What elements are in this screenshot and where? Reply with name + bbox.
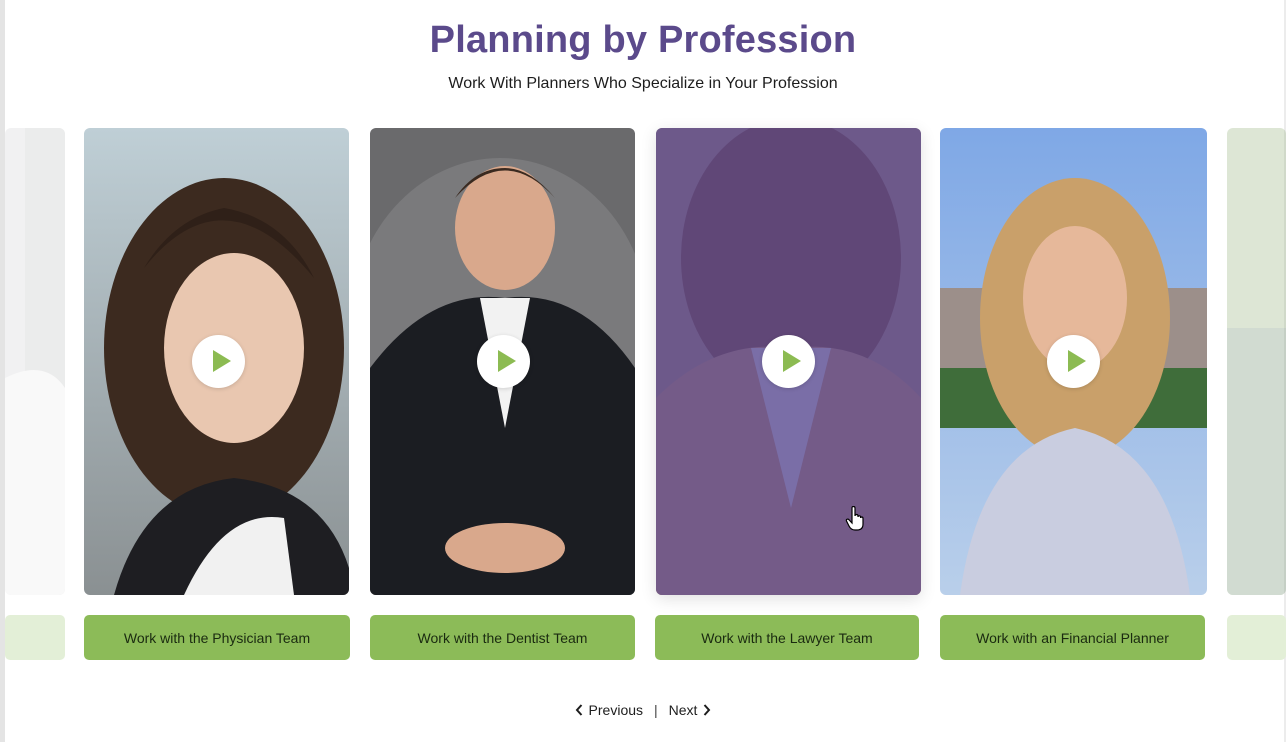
partial-left-button xyxy=(5,615,65,660)
card-photo xyxy=(1227,128,1286,595)
play-icon[interactable] xyxy=(1047,335,1100,388)
section-title: Planning by Profession xyxy=(429,19,857,61)
carousel-card-dentist[interactable] xyxy=(370,128,635,595)
play-icon[interactable] xyxy=(477,335,530,388)
dentist-team-button[interactable]: Work with the Dentist Team xyxy=(370,615,635,660)
carousel-pager: Previous | Next xyxy=(0,702,1286,718)
carousel-card-partial-left xyxy=(5,128,65,595)
lawyer-team-button[interactable]: Work with the Lawyer Team xyxy=(655,615,919,660)
chevron-right-icon xyxy=(704,704,711,716)
next-button[interactable]: Next xyxy=(669,702,712,718)
play-icon[interactable] xyxy=(192,335,245,388)
hand-cursor-icon xyxy=(845,506,864,531)
play-icon[interactable] xyxy=(762,335,815,388)
chevron-left-icon xyxy=(575,704,582,716)
carousel-card-partial-right xyxy=(1227,128,1286,595)
financial-planner-button[interactable]: Work with an Financial Planner xyxy=(940,615,1205,660)
physician-team-button[interactable]: Work with the Physician Team xyxy=(84,615,350,660)
previous-label: Previous xyxy=(588,702,644,718)
previous-button[interactable]: Previous xyxy=(575,702,643,718)
carousel-card-financial-planner[interactable] xyxy=(940,128,1207,595)
carousel-card-lawyer[interactable] xyxy=(656,128,921,595)
carousel-card-physician[interactable] xyxy=(84,128,349,595)
pager-separator: | xyxy=(654,702,658,718)
partial-right-button xyxy=(1227,615,1286,660)
section-subtitle: Work With Planners Who Specialize in You… xyxy=(448,75,838,92)
next-label: Next xyxy=(668,702,698,718)
card-photo xyxy=(5,128,65,595)
